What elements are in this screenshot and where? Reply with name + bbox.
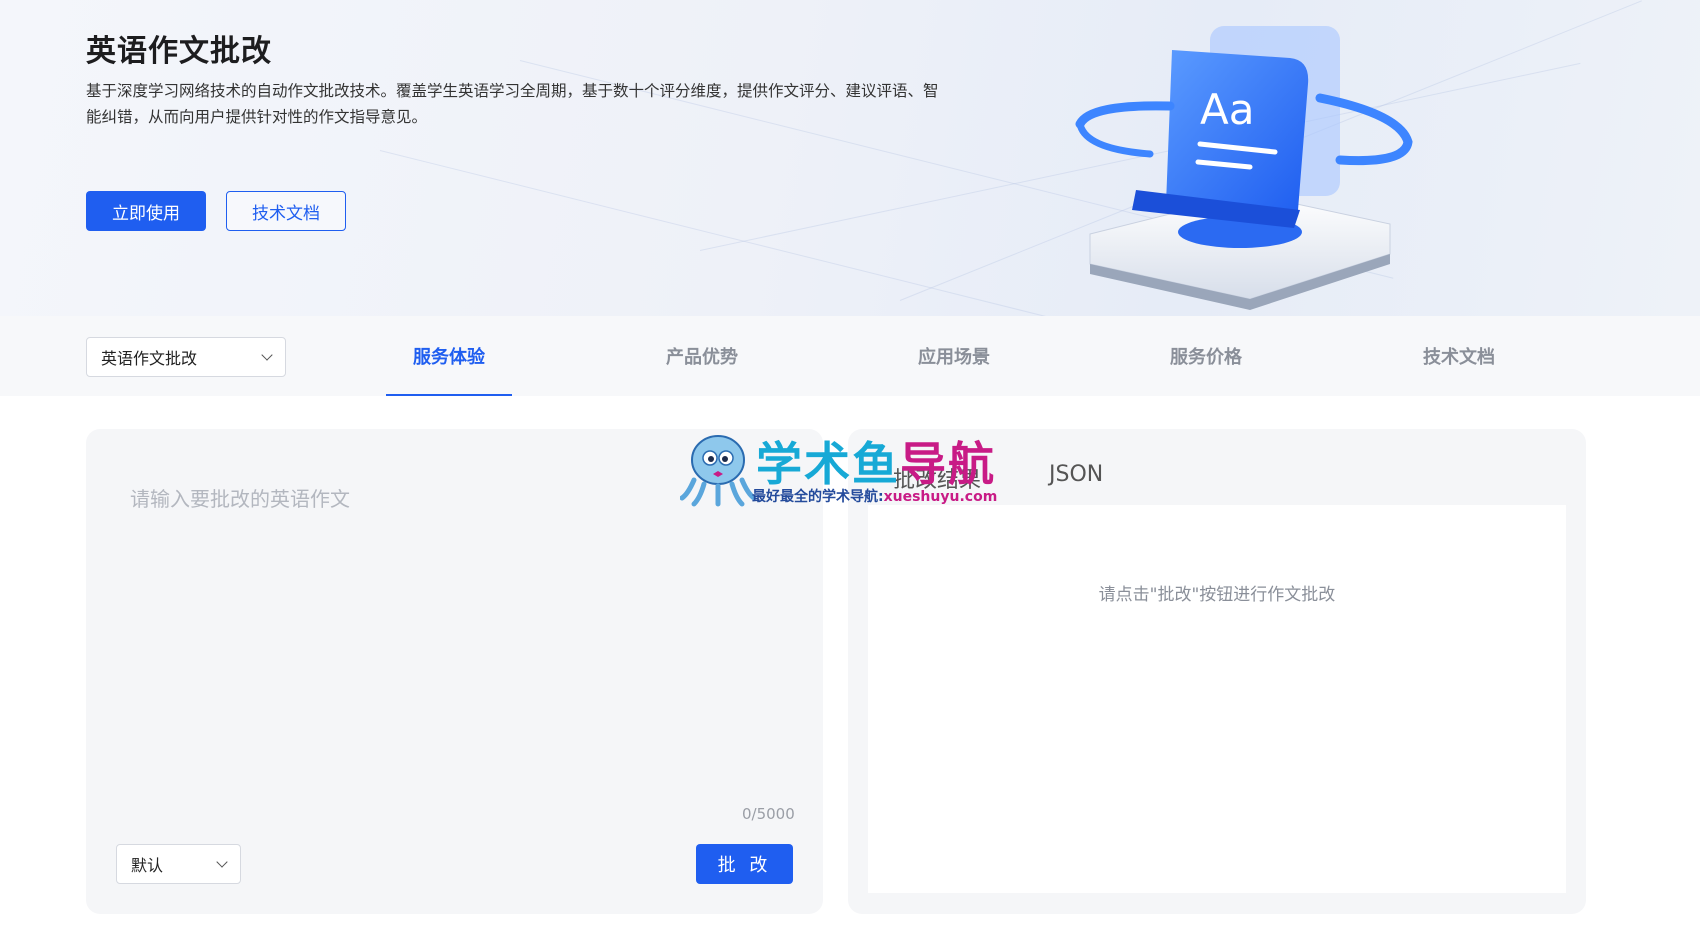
result-output-area — [868, 505, 1566, 893]
watermark-url: xueshuyu.com — [883, 489, 998, 505]
product-select-value: 英语作文批改 — [101, 349, 198, 368]
use-now-button[interactable]: 立即使用 — [86, 191, 206, 231]
character-counter: 0/5000 — [742, 805, 795, 823]
watermark-subtitle: 最好最全的学术导航:xueshuyu.com — [752, 486, 997, 506]
watermark-title-part1: 学术鱼 — [756, 437, 900, 491]
result-hint-text: 请点击"批改"按钮进行作文批改 — [1098, 585, 1336, 605]
mode-select[interactable]: 默认 — [116, 844, 241, 884]
tab-service-pricing[interactable]: 服务价格 — [1143, 316, 1269, 396]
watermark-logo: 学术鱼导航 最好最全的学术导航:xueshuyu.com — [679, 428, 1020, 508]
mode-select-value: 默认 — [131, 856, 164, 875]
chevron-down-icon — [216, 856, 228, 868]
hero-banner: Aa 英语作文批改 基于深度学习网络技术的自动作文批改技术。覆盖学生英语学习全周… — [0, 0, 1700, 316]
tab-service-experience[interactable]: 服务体验 — [386, 316, 512, 396]
watermark-subtitle-text: 最好最全的学术导航: — [752, 489, 884, 505]
chevron-down-icon — [261, 349, 273, 361]
tab-json[interactable]: JSON — [1049, 462, 1103, 487]
octopus-mascot-icon — [679, 435, 757, 507]
tab-tech-docs[interactable]: 技术文档 — [1396, 316, 1522, 396]
tab-product-advantages[interactable]: 产品优势 — [639, 316, 765, 396]
watermark-title-part2: 导航 — [900, 437, 996, 491]
illustration-aa-text: Aa — [1200, 85, 1254, 134]
product-description: 基于深度学习网络技术的自动作文批改技术。覆盖学生英语学习全周期，基于数十个评分维… — [86, 82, 939, 126]
watermark-title: 学术鱼导航 — [756, 428, 996, 494]
product-select[interactable]: 英语作文批改 — [86, 337, 286, 377]
correct-button[interactable]: 批 改 — [696, 844, 793, 884]
essay-document-illustration: Aa — [1075, 26, 1413, 310]
tech-docs-button[interactable]: 技术文档 — [226, 191, 346, 231]
essay-input-placeholder[interactable]: 请输入要批改的英语作文 — [130, 483, 350, 512]
page-title: 英语作文批改 — [86, 34, 272, 69]
tab-application-scenarios[interactable]: 应用场景 — [891, 316, 1017, 396]
